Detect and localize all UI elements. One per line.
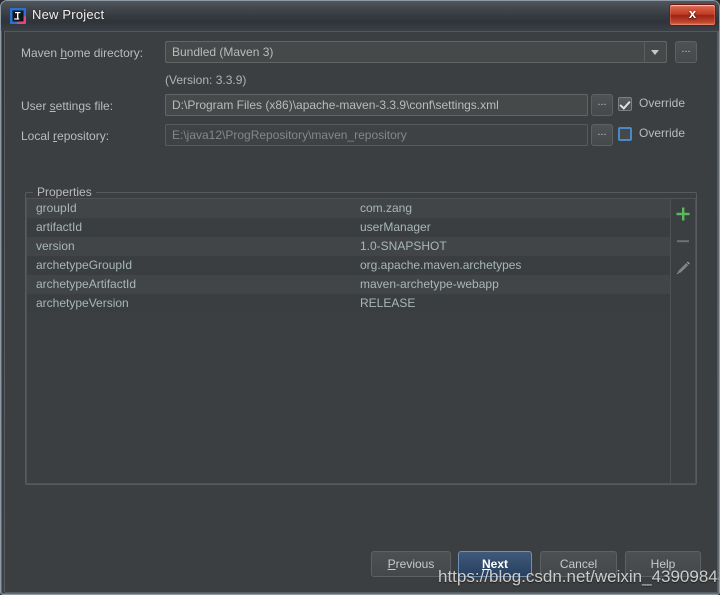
properties-toolbar: add-property remove-property edit-proper… (670, 199, 695, 483)
table-row[interactable]: archetypeArtifactId maven-archetype-weba… (27, 275, 672, 294)
user-settings-value: D:\Program Files (x86)\apache-maven-3.3.… (172, 98, 499, 112)
table-row[interactable]: groupId com.zang (27, 199, 672, 218)
user-settings-browse-button[interactable]: ... (591, 94, 613, 116)
property-key: archetypeGroupId (36, 258, 133, 272)
next-button[interactable]: Next (458, 551, 532, 577)
properties-panel: groupId com.zang artifactId userManager … (26, 198, 696, 484)
user-settings-input[interactable]: D:\Program Files (x86)\apache-maven-3.3.… (165, 94, 588, 116)
property-key: version (36, 239, 75, 253)
table-row[interactable]: artifactId userManager (27, 218, 672, 237)
maven-version-note: (Version: 3.3.9) (165, 73, 247, 87)
edit-property-button[interactable]: edit-property (674, 259, 692, 277)
cancel-button[interactable]: Cancel (540, 551, 617, 577)
property-value: RELEASE (360, 296, 416, 310)
maven-home-value: Bundled (Maven 3) (172, 45, 274, 59)
maven-home-browse-button[interactable]: ... (675, 41, 697, 63)
property-key: artifactId (36, 220, 83, 234)
ellipsis-icon: ... (681, 43, 691, 55)
previous-button[interactable]: Previous (371, 551, 451, 577)
maven-home-label: Maven home directory: (21, 46, 144, 60)
ellipsis-icon: ... (597, 126, 607, 138)
local-repository-label: Local repository: (21, 129, 110, 143)
property-key: archetypeVersion (36, 296, 129, 310)
table-row[interactable]: archetypeGroupId org.apache.maven.archet… (27, 256, 672, 275)
remove-property-button[interactable]: remove-property (674, 232, 692, 250)
property-value: com.zang (360, 201, 413, 215)
window-title: New Project (32, 7, 105, 22)
property-key: archetypeArtifactId (36, 277, 137, 291)
user-settings-override-label: Override (639, 96, 686, 110)
help-button[interactable]: Help (625, 551, 701, 577)
add-property-button[interactable]: add-property (674, 205, 692, 223)
properties-table[interactable]: groupId com.zang artifactId userManager … (27, 199, 672, 483)
local-repository-input[interactable]: E:\java12\ProgRepository\maven_repositor… (165, 124, 588, 146)
intellij-idea-icon (10, 8, 26, 24)
local-repository-browse-button[interactable]: ... (591, 124, 613, 146)
maven-home-combobox[interactable]: Bundled (Maven 3) (165, 41, 667, 63)
checkbox-unchecked-icon (618, 127, 632, 141)
property-value: org.apache.maven.archetypes (360, 258, 522, 272)
property-value: maven-archetype-webapp (360, 277, 499, 291)
table-empty-area (27, 313, 672, 483)
title-bar: New Project x (1, 1, 719, 31)
close-button[interactable]: x (669, 4, 716, 26)
checkbox-checked-icon (618, 97, 632, 111)
property-key: groupId (36, 201, 77, 215)
dialog-content: Maven home directory: Bundled (Maven 3) … (4, 31, 718, 593)
properties-group-title: Properties (33, 185, 96, 199)
property-value: 1.0-SNAPSHOT (360, 239, 447, 253)
local-repository-value: E:\java12\ProgRepository\maven_repositor… (172, 128, 407, 142)
local-repository-override-label: Override (639, 126, 686, 140)
chevron-down-icon[interactable] (644, 42, 666, 62)
property-value: userManager (360, 220, 431, 234)
ellipsis-icon: ... (597, 96, 607, 108)
close-icon: x (688, 6, 697, 21)
table-row[interactable]: archetypeVersion RELEASE (27, 294, 672, 313)
dialog-window: New Project x Maven home directory: Bund… (0, 0, 720, 595)
user-settings-label: User settings file: (21, 99, 114, 113)
table-row[interactable]: version 1.0-SNAPSHOT (27, 237, 672, 256)
